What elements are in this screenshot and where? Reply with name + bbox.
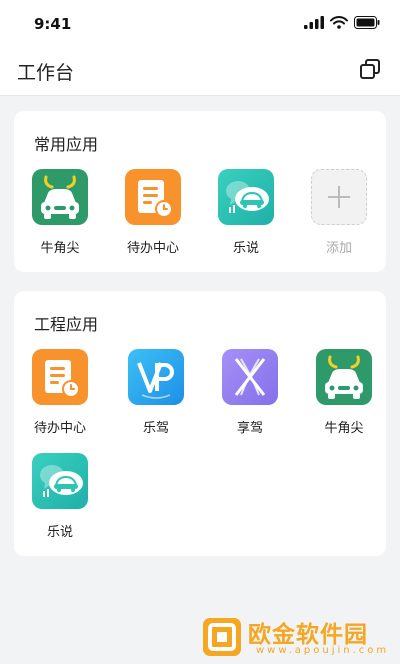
add-icon [311, 169, 367, 225]
app-niujiaojian[interactable]: 牛角尖 [20, 169, 100, 256]
status-bar: 9:41 [0, 0, 400, 50]
battery-icon [354, 16, 380, 29]
watermark-text: 欧金软件园 [248, 622, 368, 648]
common-apps-card: 常用应用 牛角尖 待办中心 乐说 添加 [14, 111, 386, 272]
app-label: 乐说 [232, 241, 259, 256]
watermark-logo-icon [203, 618, 241, 656]
app-xiangjia[interactable]: 享驾 [210, 349, 290, 436]
app-label: 乐说 [46, 525, 73, 540]
wifi-icon [330, 16, 348, 29]
app-label: 牛角尖 [324, 421, 364, 436]
app-label: 享驾 [236, 421, 263, 436]
chat-car-icon [218, 169, 274, 225]
app-leshuo[interactable]: 乐说 [206, 169, 286, 256]
status-time: 9:41 [34, 15, 72, 33]
status-icons [304, 16, 380, 29]
todo-document-icon [125, 169, 181, 225]
todo-document-icon [32, 349, 88, 405]
app-todo-center[interactable]: 待办中心 [113, 169, 193, 256]
page-title: 工作台 [17, 62, 75, 84]
watermark-url: www.apoujin.com [256, 645, 390, 656]
switch-workspace-button[interactable] [358, 57, 382, 81]
vp-logo-icon [128, 349, 184, 405]
app-label: 添加 [325, 241, 352, 256]
app-niujiaojian[interactable]: 牛角尖 [304, 349, 384, 436]
app-todo-center[interactable]: 待办中心 [20, 349, 100, 436]
app-leshuo[interactable]: 乐说 [20, 453, 100, 540]
watermark: 欧金软件园 www.apoujin.com [200, 613, 396, 661]
app-label: 牛角尖 [40, 241, 80, 256]
engineering-apps-card: 工程应用 待办中心 乐驾 享驾 牛角尖 乐说 [14, 291, 386, 556]
bull-car-icon [316, 349, 372, 405]
bull-car-icon [32, 169, 88, 225]
app-label: 待办中心 [126, 241, 179, 256]
app-add[interactable]: 添加 [299, 169, 379, 256]
signal-icon [304, 16, 324, 29]
app-lejia[interactable]: 乐驾 [116, 349, 196, 436]
chat-car-icon [32, 453, 88, 509]
common-apps-title: 常用应用 [34, 135, 99, 154]
engineering-apps-title: 工程应用 [34, 315, 99, 334]
copy-icon [360, 59, 380, 79]
app-label: 待办中心 [33, 421, 86, 436]
header: 工作台 [0, 50, 400, 96]
app-label: 乐驾 [142, 421, 169, 436]
x-logo-icon [222, 349, 278, 405]
